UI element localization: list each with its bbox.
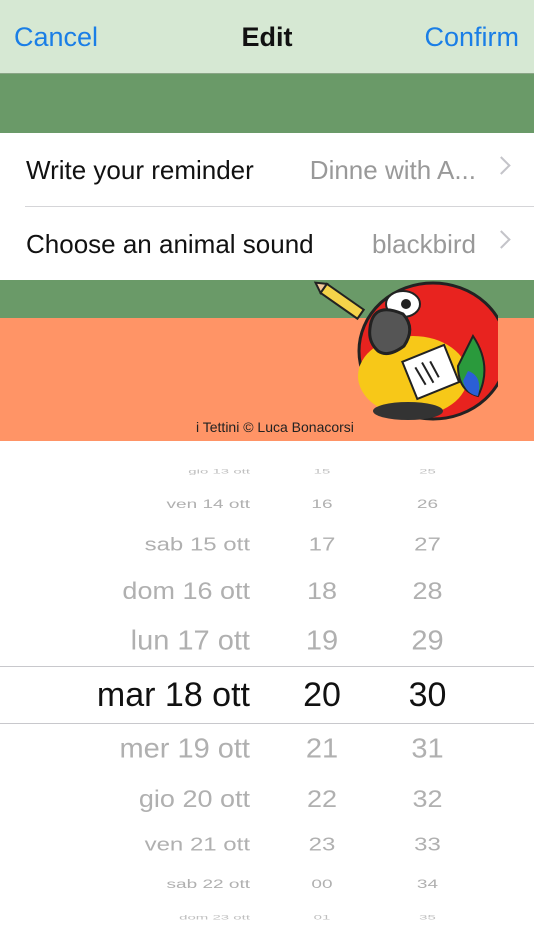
picker-selection-top-line [0, 666, 534, 667]
picker-minute-cell[interactable]: 30 [395, 675, 460, 715]
picker-hour-cell[interactable]: 18 [292, 573, 352, 608]
picker-hour-cell[interactable]: 01 [292, 910, 352, 926]
chevron-right-icon [492, 156, 511, 175]
picker-minute-cell[interactable]: 28 [395, 573, 460, 608]
settings-list: Write your reminder Dinne with A... Choo… [0, 133, 534, 280]
picker-hour-cell[interactable]: 19 [292, 622, 352, 660]
picker-hour-cell[interactable]: 20 [292, 675, 352, 715]
picker-hour-cell[interactable]: 21 [292, 730, 352, 768]
picker-minute-cell[interactable]: 34 [395, 873, 460, 898]
picker-row[interactable]: ven 21 ott 23 33 [0, 829, 534, 860]
picker-date-cell[interactable]: gio 20 ott [60, 781, 250, 816]
picker-date-cell[interactable]: mer 19 ott [60, 730, 250, 768]
picker-row[interactable]: sab 15 ott 17 27 [0, 529, 534, 560]
picker-minute-cell[interactable]: 27 [395, 529, 460, 560]
copyright-credit: i Tettini © Luca Bonacorsi [196, 419, 354, 435]
picker-date-cell[interactable]: dom 23 ott [60, 910, 250, 926]
picker-date-cell[interactable]: gio 13 ott [60, 464, 250, 480]
picker-date-cell[interactable]: lun 17 ott [60, 622, 250, 660]
picker-hour-cell[interactable]: 00 [292, 873, 352, 898]
animal-sound-value: blackbird [371, 229, 476, 259]
picker-row[interactable]: dom 23 ott 01 35 [0, 910, 534, 926]
picker-selection-bottom-line [0, 723, 534, 724]
picker-date-cell[interactable]: mar 18 ott [60, 675, 250, 715]
picker-row[interactable]: mer 19 ott 21 31 [0, 730, 534, 768]
navigation-bar: Cancel Edit Confirm [0, 0, 534, 74]
picker-minute-cell[interactable]: 32 [395, 781, 460, 816]
picker-minute-cell[interactable]: 25 [395, 464, 460, 480]
picker-minute-cell[interactable]: 35 [395, 910, 460, 926]
reminder-value: Dinne with A... [309, 155, 476, 185]
picker-hour-cell[interactable]: 17 [292, 529, 352, 560]
animal-sound-row[interactable]: Choose an animal sound blackbird [0, 207, 534, 280]
picker-minute-cell[interactable]: 33 [395, 829, 460, 860]
picker-row[interactable]: lun 17 ott 19 29 [0, 622, 534, 660]
picker-row[interactable]: sab 22 ott 00 34 [0, 873, 534, 898]
picker-row[interactable]: ven 14 ott 16 26 [0, 493, 534, 518]
picker-row[interactable]: gio 13 ott 15 25 [0, 464, 534, 480]
picker-hour-cell[interactable]: 22 [292, 781, 352, 816]
green-band-top [0, 74, 534, 133]
picker-date-cell[interactable]: ven 14 ott [60, 493, 250, 518]
picker-row[interactable]: dom 16 ott 18 28 [0, 573, 534, 608]
animal-sound-label: Choose an animal sound [26, 229, 314, 259]
picker-hour-cell[interactable]: 23 [292, 829, 352, 860]
picker-date-cell[interactable]: sab 15 ott [60, 529, 250, 560]
reminder-row[interactable]: Write your reminder Dinne with A... [0, 133, 534, 207]
picker-row[interactable]: mar 18 ott 20 30 [0, 675, 534, 715]
picker-minute-cell[interactable]: 29 [395, 622, 460, 660]
parrot-illustration [313, 281, 498, 421]
picker-hour-cell[interactable]: 15 [292, 464, 352, 480]
picker-date-cell[interactable]: dom 16 ott [60, 573, 250, 608]
picker-hour-cell[interactable]: 16 [292, 493, 352, 518]
picker-minute-cell[interactable]: 26 [395, 493, 460, 518]
picker-date-cell[interactable]: ven 21 ott [60, 829, 250, 860]
confirm-button[interactable]: Confirm [424, 22, 519, 53]
date-time-picker[interactable]: gio 13 ott 15 25 ven 14 ott 16 26 sab 15 ott 17… [0, 441, 534, 950]
picker-date-cell[interactable]: sab 22 ott [60, 873, 250, 898]
chevron-right-icon [492, 230, 511, 249]
picker-row[interactable]: gio 20 ott 22 32 [0, 781, 534, 816]
reminder-label: Write your reminder [26, 155, 254, 185]
picker-minute-cell[interactable]: 31 [395, 730, 460, 768]
